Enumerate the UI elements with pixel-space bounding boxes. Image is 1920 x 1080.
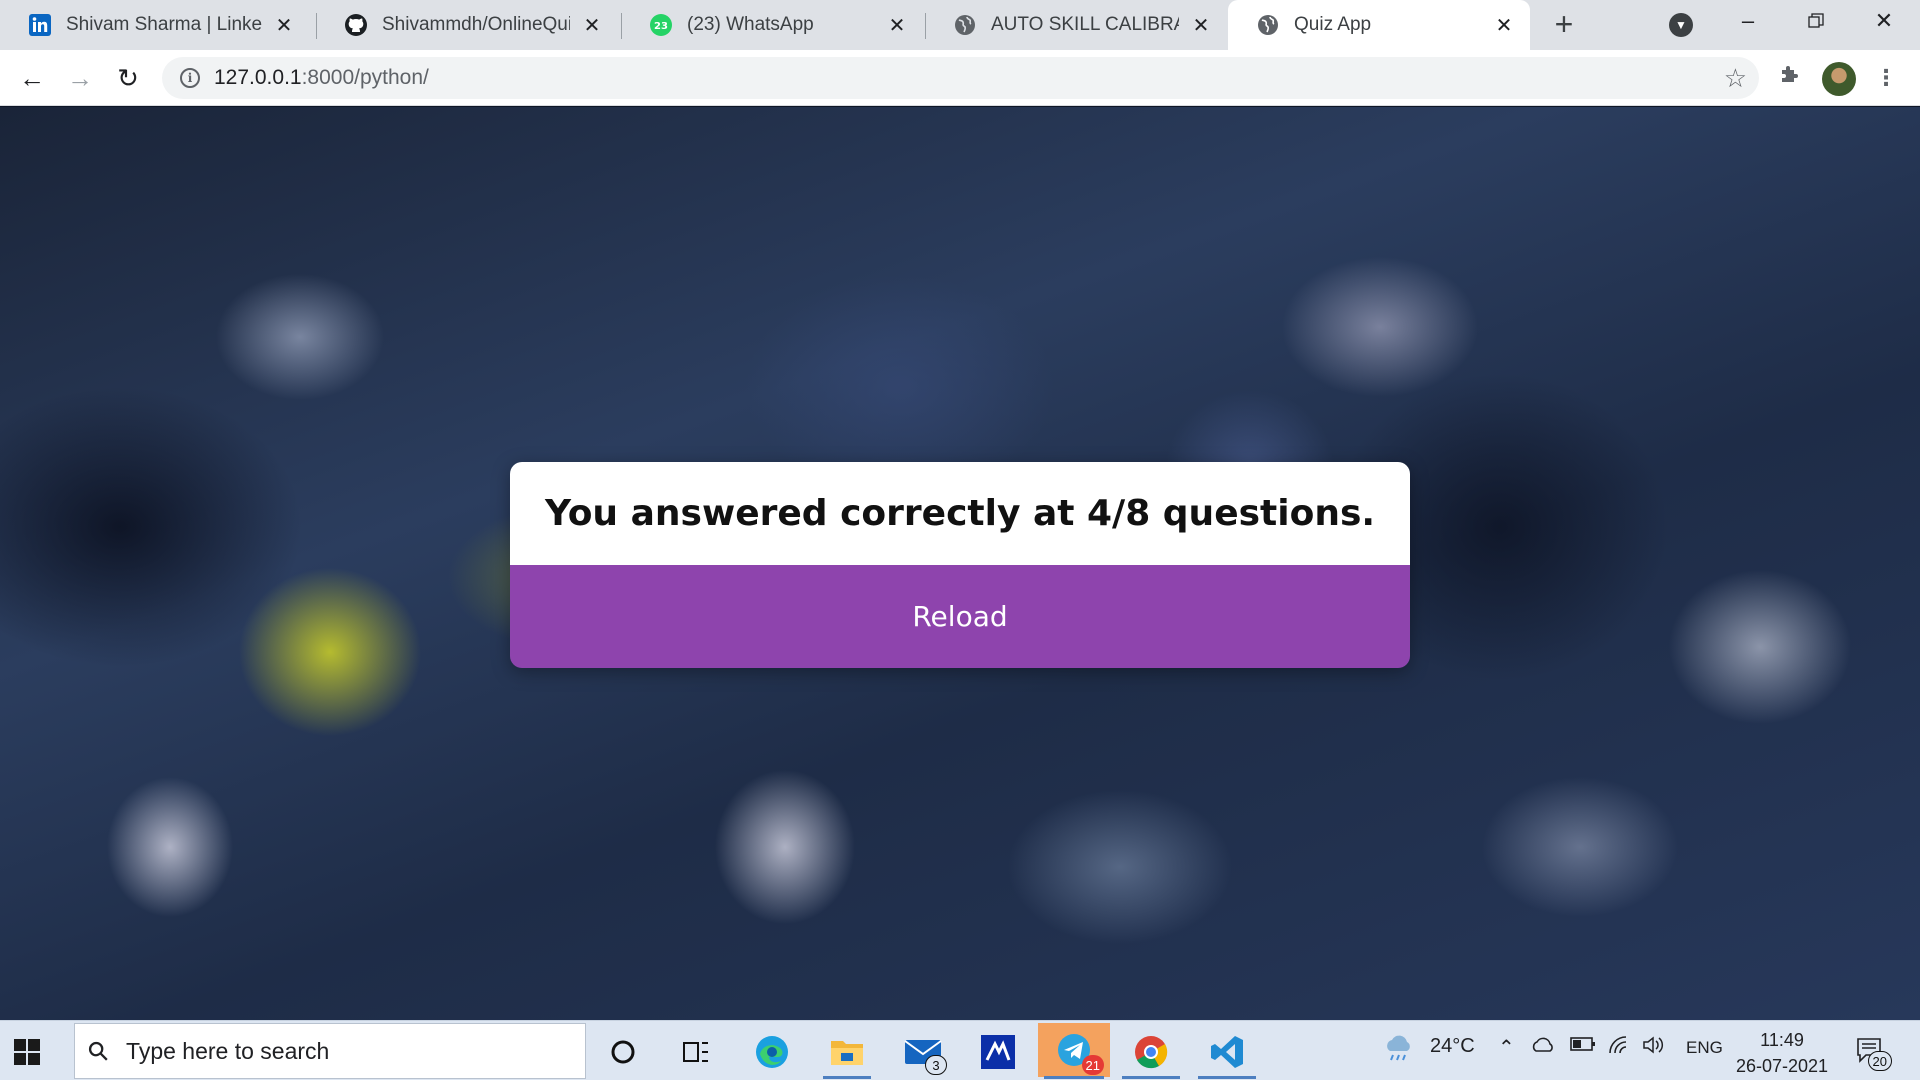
globe-icon bbox=[1256, 13, 1280, 37]
vscode-icon[interactable] bbox=[1192, 1027, 1262, 1079]
telegram-icon[interactable]: 21 bbox=[1038, 1023, 1110, 1079]
task-view-icon[interactable] bbox=[666, 1027, 726, 1077]
notification-center-icon[interactable]: 20 bbox=[1856, 1037, 1892, 1071]
forward-button[interactable]: → bbox=[62, 60, 98, 96]
close-icon[interactable]: ✕ bbox=[1492, 13, 1516, 37]
clock-date: 26-07-2021 bbox=[1735, 1056, 1829, 1076]
globe-icon bbox=[953, 13, 977, 37]
whatsapp-badge: 23 bbox=[654, 21, 668, 32]
mail-badge: 3 bbox=[925, 1055, 947, 1075]
back-button[interactable]: ← bbox=[14, 60, 50, 96]
language-indicator[interactable]: ENG bbox=[1686, 1038, 1723, 1058]
onedrive-icon[interactable] bbox=[1530, 1035, 1556, 1061]
result-message: You answered correctly at 4/8 questions. bbox=[510, 462, 1410, 565]
tab-linkedin[interactable]: Shivam Sharma | LinkedIn ✕ bbox=[0, 0, 310, 50]
reload-page-button[interactable]: ↻ bbox=[110, 60, 146, 96]
github-icon bbox=[344, 13, 368, 37]
tab-title: (23) WhatsApp bbox=[687, 14, 814, 35]
tab-strip: Shivam Sharma | LinkedIn ✕ Shivammdh/Onl… bbox=[0, 0, 1920, 50]
close-icon[interactable]: ✕ bbox=[580, 13, 604, 37]
extensions-puzzle-icon[interactable] bbox=[1774, 62, 1806, 94]
whatsapp-icon: 23 bbox=[649, 13, 673, 37]
tab-auto-skill-calibrator[interactable]: AUTO SKILL CALIBRATOR ✕ bbox=[925, 0, 1227, 50]
new-tab-button[interactable]: + bbox=[1548, 8, 1580, 41]
result-card: You answered correctly at 4/8 questions.… bbox=[510, 462, 1410, 668]
cortana-icon[interactable] bbox=[593, 1027, 653, 1077]
more-menu-icon[interactable]: ⋮ bbox=[1870, 62, 1902, 94]
bookmark-star-icon[interactable]: ☆ bbox=[1724, 63, 1747, 94]
address-bar[interactable]: i 127.0.0.1:8000/python/ ☆ bbox=[162, 57, 1759, 99]
search-icon: ⚲ bbox=[80, 1033, 116, 1068]
tab-github[interactable]: Shivammdh/OnlineQuizeS ✕ bbox=[316, 0, 618, 50]
file-explorer-icon[interactable] bbox=[817, 1027, 877, 1079]
search-placeholder: Type here to search bbox=[126, 1037, 330, 1064]
url-path: :8000/python/ bbox=[301, 66, 429, 89]
tab-title: Shivammdh/OnlineQuizeS bbox=[382, 14, 570, 35]
system-clock[interactable]: 11:49 26-07-2021 bbox=[1734, 1027, 1830, 1079]
restore-button[interactable] bbox=[1782, 0, 1850, 44]
chrome-icon[interactable] bbox=[1116, 1027, 1186, 1079]
tab-title: Quiz App bbox=[1294, 14, 1372, 35]
taskbar-search-box[interactable]: ⚲ Type here to search bbox=[74, 1023, 586, 1079]
close-window-button[interactable]: ✕ bbox=[1850, 0, 1918, 44]
notification-count-badge: 20 bbox=[1867, 1051, 1892, 1071]
tab-title: Shivam Sharma | LinkedIn bbox=[66, 14, 262, 35]
tab-whatsapp[interactable]: 23 (23) WhatsApp ✕ bbox=[621, 0, 923, 50]
windows-taskbar: ⚲ Type here to search 3 21 24°C ⌃ ENG 11… bbox=[0, 1020, 1920, 1080]
mail-icon[interactable]: 3 bbox=[893, 1027, 953, 1077]
telegram-badge: 21 bbox=[1081, 1055, 1104, 1075]
minimize-button[interactable]: – bbox=[1714, 0, 1782, 44]
close-icon[interactable]: ✕ bbox=[1189, 13, 1213, 37]
clock-time: 11:49 bbox=[1760, 1030, 1804, 1050]
windows-start-icon[interactable] bbox=[14, 1039, 40, 1065]
site-info-icon[interactable]: i bbox=[180, 68, 200, 88]
address-url: 127.0.0.1:8000/python/ bbox=[214, 66, 429, 90]
tab-title: AUTO SKILL CALIBRATOR bbox=[991, 14, 1179, 35]
chevron-up-icon[interactable]: ⌃ bbox=[1498, 1035, 1515, 1060]
tab-quiz-app[interactable]: Quiz App ✕ bbox=[1228, 0, 1530, 50]
metatrader-app-icon[interactable] bbox=[968, 1027, 1028, 1077]
wifi-icon[interactable] bbox=[1608, 1035, 1630, 1061]
volume-icon[interactable] bbox=[1642, 1035, 1666, 1061]
page-content: You answered correctly at 4/8 questions.… bbox=[0, 107, 1920, 1020]
edge-browser-icon[interactable] bbox=[742, 1027, 802, 1077]
browser-toolbar: ← → ↻ i 127.0.0.1:8000/python/ ☆ ⋮ bbox=[0, 50, 1920, 106]
linkedin-icon bbox=[28, 13, 52, 37]
close-icon[interactable]: ✕ bbox=[885, 13, 909, 37]
tab-search-icon[interactable]: ▼ bbox=[1669, 13, 1693, 37]
profile-avatar[interactable] bbox=[1822, 62, 1856, 96]
weather-icon[interactable] bbox=[1382, 1033, 1416, 1069]
close-icon[interactable]: ✕ bbox=[272, 13, 296, 37]
weather-temperature[interactable]: 24°C bbox=[1430, 1035, 1475, 1058]
url-host: 127.0.0.1 bbox=[214, 66, 302, 89]
battery-icon[interactable] bbox=[1570, 1035, 1596, 1058]
reload-button[interactable]: Reload bbox=[510, 565, 1410, 668]
